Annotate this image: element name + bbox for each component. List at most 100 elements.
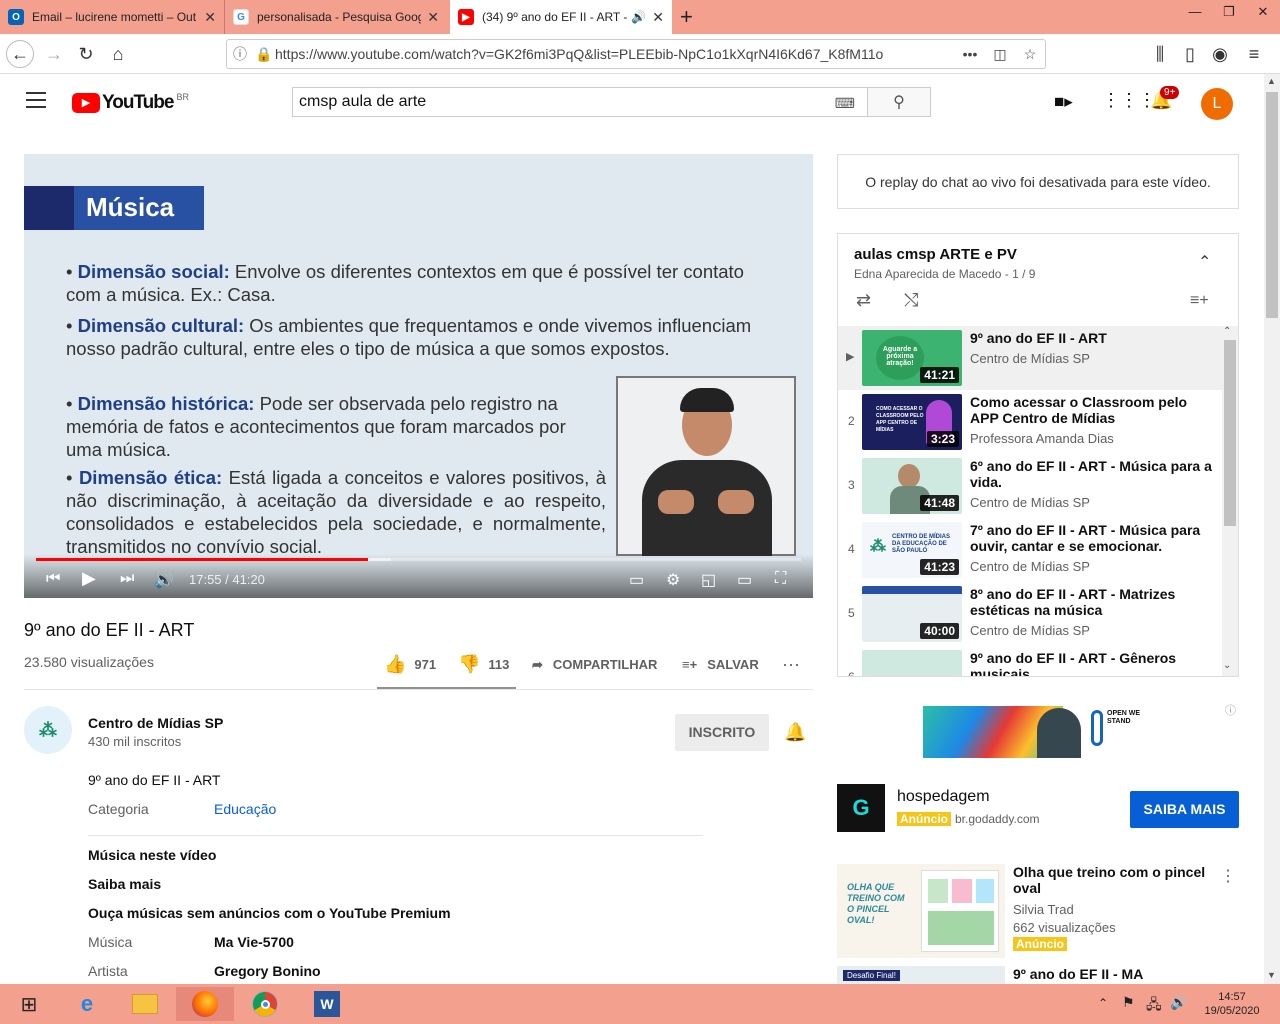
previous-icon[interactable]: ⏮ xyxy=(46,570,60,588)
url-text[interactable]: https://www.youtube.com/watch?v=GK2f6mi3… xyxy=(275,46,955,62)
thumbnail-artwork xyxy=(921,870,999,952)
search-input[interactable]: cmsp aula de arte ⌨ xyxy=(292,87,868,117)
scroll-up-icon[interactable]: ▲ xyxy=(1267,76,1276,86)
godaddy-logo-icon[interactable]: G xyxy=(837,784,885,832)
scroll-down-icon[interactable]: ▼ xyxy=(1267,970,1276,980)
back-icon[interactable]: ← xyxy=(6,40,34,68)
clock[interactable]: 14:57 19/05/2020 xyxy=(1194,990,1270,1018)
channel-avatar[interactable]: ⁂ xyxy=(24,706,72,754)
chrome-icon[interactable] xyxy=(236,987,294,1021)
internet-explorer-icon[interactable]: e xyxy=(58,987,116,1021)
scroll-thumb[interactable] xyxy=(1224,340,1236,526)
info-icon[interactable]: ⓘ xyxy=(227,44,253,64)
ad-banner[interactable]: OPEN WE STAND ⓘ xyxy=(837,700,1239,766)
playlist-item[interactable]: 4 ⁂ CENTRO DE MÍDIAS DA EDUCAÇÃO DE SÃO … xyxy=(838,518,1222,582)
apps-grid-icon[interactable]: ⋮⋮⋮ xyxy=(1102,90,1156,111)
more-options-icon[interactable]: ⋮ xyxy=(1220,866,1236,886)
minimize-icon[interactable]: — xyxy=(1178,4,1212,19)
category-link[interactable]: Educação xyxy=(214,801,276,817)
home-icon[interactable]: ⌂ xyxy=(104,40,132,68)
new-tab-button[interactable]: + xyxy=(680,4,693,30)
close-icon[interactable]: ✕ xyxy=(204,9,216,26)
subtitles-icon[interactable]: ▭ xyxy=(629,570,644,590)
volume-tray-icon[interactable]: 🔊 xyxy=(1170,994,1187,1011)
related-thumbnail[interactable]: Desafio Final! xyxy=(837,966,1005,984)
playlist-item[interactable]: 6 9º ano do EF II - ART - Gêneros musica… xyxy=(838,646,1222,676)
reload-icon[interactable]: ↻ xyxy=(72,40,100,68)
sidebar-icon[interactable]: ▯ xyxy=(1176,40,1204,68)
subscribed-button[interactable]: INSCRITO xyxy=(675,714,769,751)
related-thumbnail[interactable]: OLHA QUE TREINO COM O PINCEL OVAL! xyxy=(837,864,1005,958)
firefox-icon[interactable] xyxy=(176,987,234,1021)
playlist-index: ▶ xyxy=(846,351,855,363)
pocket-icon[interactable]: ◫ xyxy=(985,46,1015,63)
settings-gear-icon[interactable]: ⚙ xyxy=(666,570,680,590)
shuffle-icon[interactable]: ⤭ xyxy=(904,290,918,311)
ad-info-icon[interactable]: ⓘ xyxy=(1225,702,1236,718)
playlist-save-icon[interactable]: ≡+ xyxy=(1190,292,1209,310)
close-icon[interactable]: ✕ xyxy=(652,9,664,26)
more-actions-icon[interactable]: ··· xyxy=(782,654,800,675)
keyboard-icon[interactable]: ⌨ xyxy=(835,95,855,112)
menu-icon[interactable]: ≡ xyxy=(1240,40,1268,68)
flag-icon[interactable]: ⚑ xyxy=(1122,994,1135,1011)
file-explorer-icon[interactable] xyxy=(116,987,174,1021)
share-button[interactable]: ➦ COMPARTILHAR xyxy=(532,657,657,673)
create-video-icon[interactable]: ■▸ xyxy=(1054,92,1073,112)
playlist-scrollbar[interactable]: ⌃ ⌄ xyxy=(1222,326,1238,676)
scroll-down-icon[interactable]: ⌄ xyxy=(1223,660,1231,671)
forward-icon[interactable]: → xyxy=(40,40,68,68)
playlist-item[interactable]: 5 40:00 8º ano do EF II - ART - Matrizes… xyxy=(838,582,1222,646)
fullscreen-icon[interactable]: ⛶ xyxy=(775,570,786,588)
speaker-icon[interactable]: 🔊 xyxy=(631,10,646,24)
tray-chevron-icon[interactable]: ⌃ xyxy=(1098,996,1108,1010)
dislike-button[interactable]: 👎 113 xyxy=(458,654,509,675)
video-player[interactable]: Música • Dimensão social: Envolve os dif… xyxy=(24,154,813,598)
related-title[interactable]: Olha que treino com o pincel oval xyxy=(1013,864,1213,896)
progress-track[interactable] xyxy=(36,558,801,561)
learn-more-link[interactable]: Saiba mais xyxy=(88,876,161,892)
play-icon[interactable]: ▶ xyxy=(82,568,96,589)
volume-icon[interactable]: 🔊 xyxy=(154,570,174,590)
word-icon[interactable]: W xyxy=(298,987,356,1021)
miniplayer-icon[interactable]: ◱ xyxy=(701,570,716,590)
library-icon[interactable]: ⫼ xyxy=(1146,40,1174,68)
close-window-icon[interactable]: ✕ xyxy=(1246,4,1280,20)
learn-more-button[interactable]: SAIBA MAIS xyxy=(1130,791,1239,828)
save-button[interactable]: ≡+ SALVAR xyxy=(682,657,759,672)
like-button[interactable]: 👍 971 xyxy=(384,654,436,675)
tab-google-search[interactable]: G personalisada - Pesquisa Goog ✕ xyxy=(225,0,447,34)
playlist-item[interactable]: 3 41:48 6º ano do EF II - ART - Música p… xyxy=(838,454,1222,518)
loop-icon[interactable]: ⇄ xyxy=(856,290,871,311)
scroll-thumb[interactable] xyxy=(1266,92,1278,318)
account-icon[interactable]: ◉ xyxy=(1206,40,1234,68)
collapse-chevron-icon[interactable]: ⌃ xyxy=(1198,252,1211,272)
youtube-logo[interactable]: ▶ YouTube BR xyxy=(72,92,189,114)
avatar[interactable]: L xyxy=(1201,88,1233,120)
notification-bell-icon[interactable]: 🔔 xyxy=(784,722,806,743)
related-title[interactable]: 9º ano do EF II - MA xyxy=(1013,966,1213,982)
network-icon[interactable]: 🖧 xyxy=(1146,994,1162,1018)
ad-title[interactable]: hospedagem xyxy=(897,788,990,806)
next-icon[interactable]: ⏭ xyxy=(120,570,134,588)
bookmark-star-icon[interactable]: ☆ xyxy=(1015,46,1045,63)
search-query[interactable]: cmsp aula de arte xyxy=(299,93,426,110)
playlist-title[interactable]: aulas cmsp ARTE e PV xyxy=(854,246,1017,263)
tab-youtube[interactable]: ▶ (34) 9º ano do EF II - ART - Y 🔊 ✕ xyxy=(450,0,672,34)
browser-nav-bar: ← → ↻ ⌂ ⓘ 🔒 https://www.youtube.com/watc… xyxy=(0,34,1280,74)
page-scrollbar[interactable]: ▲ ▼ xyxy=(1264,74,1280,984)
more-icon[interactable]: ••• xyxy=(955,46,985,62)
restore-icon[interactable]: ❐ xyxy=(1212,4,1246,20)
windows-start-icon[interactable]: ⊞ xyxy=(0,987,58,1021)
theater-mode-icon[interactable]: ▭ xyxy=(737,570,752,590)
hamburger-menu-icon[interactable] xyxy=(26,92,46,108)
url-bar[interactable]: ⓘ 🔒 https://www.youtube.com/watch?v=GK2f… xyxy=(226,39,1046,69)
close-icon[interactable]: ✕ xyxy=(427,9,439,26)
playlist-item[interactable]: ▶ Aguarde a próxima atração! 41:21 9º an… xyxy=(838,326,1222,390)
tab-email[interactable]: O Email – lucirene mometti – Out ✕ xyxy=(0,0,225,34)
premium-link[interactable]: Ouça músicas sem anúncios com o YouTube … xyxy=(88,905,451,921)
scroll-up-icon[interactable]: ⌃ xyxy=(1223,326,1231,337)
search-button[interactable]: ⚲ xyxy=(867,87,931,117)
channel-name[interactable]: Centro de Mídias SP xyxy=(88,715,223,731)
playlist-item[interactable]: 2 COMO ACESSAR O CLASSROOM PELO APP CENT… xyxy=(838,390,1222,454)
